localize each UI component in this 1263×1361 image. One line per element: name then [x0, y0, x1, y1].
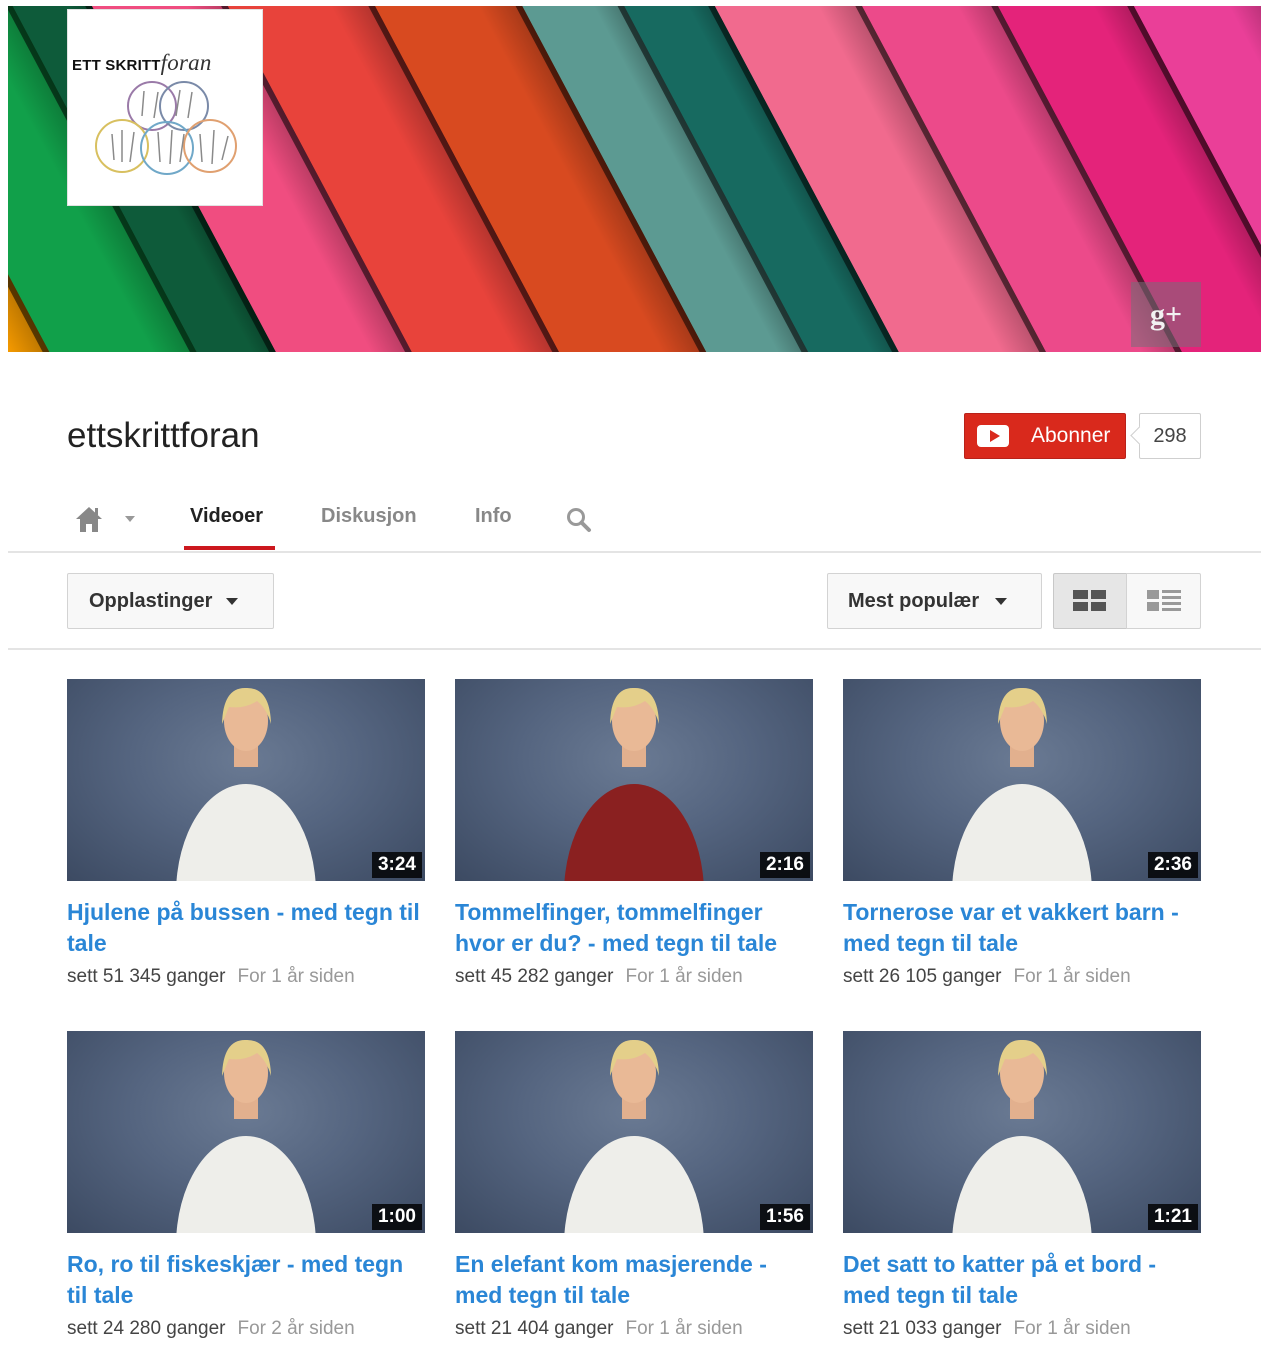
video-meta: sett 21 033 ganger For 1 år siden [843, 1318, 1203, 1340]
video-tile: 3:24 Hjulene på bussen - med tegn til tal… [67, 679, 427, 988]
video-upload-age: For 1 år siden [625, 1318, 743, 1339]
video-meta: sett 51 345 ganger For 1 år siden [67, 966, 427, 988]
video-title-link[interactable]: Tommelfinger, tommelfinger hvor er du? -… [455, 897, 815, 959]
google-plus-icon[interactable]: g+ [1131, 282, 1201, 347]
video-thumbnail[interactable]: 1:00 [67, 1031, 425, 1233]
video-upload-age: For 1 år siden [1013, 966, 1131, 987]
video-thumbnail[interactable]: 1:56 [455, 1031, 813, 1233]
channel-tabs: Videoer Diskusjon Info [0, 495, 1263, 553]
video-presenter-art [564, 1039, 704, 1233]
chevron-down-icon [995, 597, 1008, 605]
video-duration: 1:56 [759, 1204, 810, 1230]
uploads-filter-dropdown[interactable]: Opplastinger [67, 573, 274, 629]
video-view-count: sett 26 105 ganger [843, 966, 1002, 987]
video-presenter-art [176, 687, 316, 881]
video-view-count: sett 21 033 ganger [843, 1318, 1002, 1339]
video-upload-age: For 1 år siden [625, 966, 743, 987]
video-thumbnail[interactable]: 3:24 [67, 679, 425, 881]
toolbar-divider [8, 648, 1261, 650]
video-duration: 1:21 [1147, 1204, 1198, 1230]
video-presenter-art [952, 687, 1092, 881]
video-tile: 1:56 En elefant kom masjerende - med tegn… [455, 1031, 815, 1340]
video-thumbnail[interactable]: 2:16 [455, 679, 813, 881]
subscribe-label: Abonner [1031, 424, 1111, 447]
video-duration: 2:16 [759, 852, 810, 878]
video-title-link[interactable]: Tornerose var et vakkert barn - med tegn… [843, 897, 1203, 959]
video-view-count: sett 24 280 ganger [67, 1318, 226, 1339]
sort-label: Mest populær [848, 589, 980, 612]
video-upload-age: For 1 år siden [237, 966, 355, 987]
home-icon[interactable] [74, 505, 104, 538]
logo-wordmark: ETT SKRITTforan [72, 50, 212, 75]
tab-videos[interactable]: Videoer [190, 505, 263, 528]
video-title-link[interactable]: Hjulene på bussen - med tegn til tale [67, 897, 427, 959]
channel-logo[interactable]: ETT SKRITTforan [67, 9, 263, 206]
video-view-count: sett 21 404 ganger [455, 1318, 614, 1339]
video-meta: sett 45 282 ganger For 1 år siden [455, 966, 815, 988]
list-view-icon[interactable] [1126, 573, 1201, 629]
grid-view-icon[interactable] [1053, 573, 1127, 629]
video-tile: 2:36 Tornerose var et vakkert barn - med … [843, 679, 1203, 988]
video-duration: 1:00 [371, 1204, 422, 1230]
video-upload-age: For 1 år siden [1013, 1318, 1131, 1339]
tab-info[interactable]: Info [475, 505, 512, 528]
video-tile: 1:21 Det satt to katter på et bord - med … [843, 1031, 1203, 1340]
video-title-link[interactable]: Det satt to katter på et bord - med tegn… [843, 1249, 1203, 1311]
tab-discussion[interactable]: Diskusjon [321, 505, 417, 528]
video-upload-age: For 2 år siden [237, 1318, 355, 1339]
video-presenter-art [564, 687, 704, 881]
youtube-play-icon [977, 425, 1009, 447]
sort-dropdown[interactable]: Mest populær [827, 573, 1042, 629]
video-meta: sett 21 404 ganger For 1 år siden [455, 1318, 815, 1340]
active-tab-indicator [184, 546, 275, 550]
video-title-link[interactable]: En elefant kom masjerende - med tegn til… [455, 1249, 815, 1311]
subscribe-button[interactable]: Abonner [964, 413, 1126, 459]
video-thumbnail[interactable]: 2:36 [843, 679, 1201, 881]
chevron-down-icon [226, 597, 239, 605]
video-view-count: sett 51 345 ganger [67, 966, 226, 987]
video-duration: 3:24 [371, 852, 422, 878]
channel-banner: ETT SKRITTforan g+ [8, 6, 1261, 352]
video-title-link[interactable]: Ro, ro til fiskeskjær - med tegn til tal… [67, 1249, 427, 1311]
uploads-filter-label: Opplastinger [89, 589, 213, 612]
tabs-divider [8, 551, 1261, 553]
video-tile: 2:16 Tommelfinger, tommelfinger hvor er d… [455, 679, 815, 988]
video-presenter-art [176, 1039, 316, 1233]
subscriber-count: 298 [1139, 413, 1201, 459]
search-icon[interactable] [566, 507, 592, 538]
video-meta: sett 26 105 ganger For 1 år siden [843, 966, 1203, 988]
logo-hands-art [95, 81, 237, 175]
video-thumbnail[interactable]: 1:21 [843, 1031, 1201, 1233]
video-duration: 2:36 [1147, 852, 1198, 878]
video-view-count: sett 45 282 ganger [455, 966, 614, 987]
video-tile: 1:00 Ro, ro til fiskeskjær - med tegn til… [67, 1031, 427, 1340]
video-presenter-art [952, 1039, 1092, 1233]
home-dropdown-caret-icon[interactable] [125, 516, 135, 522]
channel-name: ettskrittforan [67, 416, 260, 455]
video-meta: sett 24 280 ganger For 2 år siden [67, 1318, 427, 1340]
